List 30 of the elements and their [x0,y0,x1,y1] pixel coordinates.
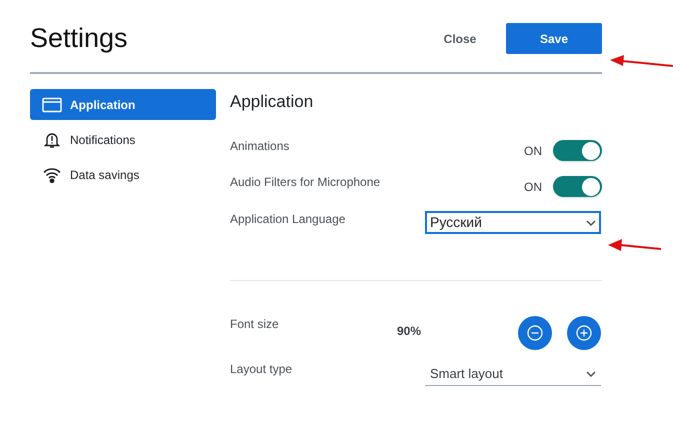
page-title: Settings [30,23,129,54]
bell-icon [44,130,60,148]
layout-dropdown[interactable]: Smart layout [425,363,601,386]
sidebar-item[interactable]: Application [30,89,216,120]
font-size-value: 90% [397,323,422,340]
toggle-switch[interactable] [553,140,602,161]
sidebar-item[interactable]: Notifications [30,124,216,155]
sidebar-item[interactable]: Data savings [30,159,216,190]
toggle-state: ON [524,179,542,196]
save-button[interactable]: Save [506,23,602,54]
toggle-switch[interactable] [553,176,602,197]
setting-label: Font size [230,316,280,332]
setting-label: Layout type [230,361,294,377]
annotation-arrow [608,53,674,69]
setting-label: Application Language [230,211,346,227]
setting-label: Audio Filters for Microphone [230,174,382,190]
language-dropdown[interactable]: Русский [425,211,601,234]
decrease-button[interactable] [518,316,552,350]
setting-label: Animations [230,138,290,154]
plus-icon [576,325,592,341]
wifi-icon [43,166,61,182]
chevron-down-icon [586,371,596,377]
chevron-down-icon [586,220,596,226]
increase-button[interactable] [567,316,601,350]
close-button[interactable]: Close [430,23,490,54]
window-icon [42,96,62,112]
toggle-state: ON [524,143,542,160]
minus-icon [527,325,543,341]
annotation-arrow [606,238,662,252]
section-heading: Application [230,91,314,113]
